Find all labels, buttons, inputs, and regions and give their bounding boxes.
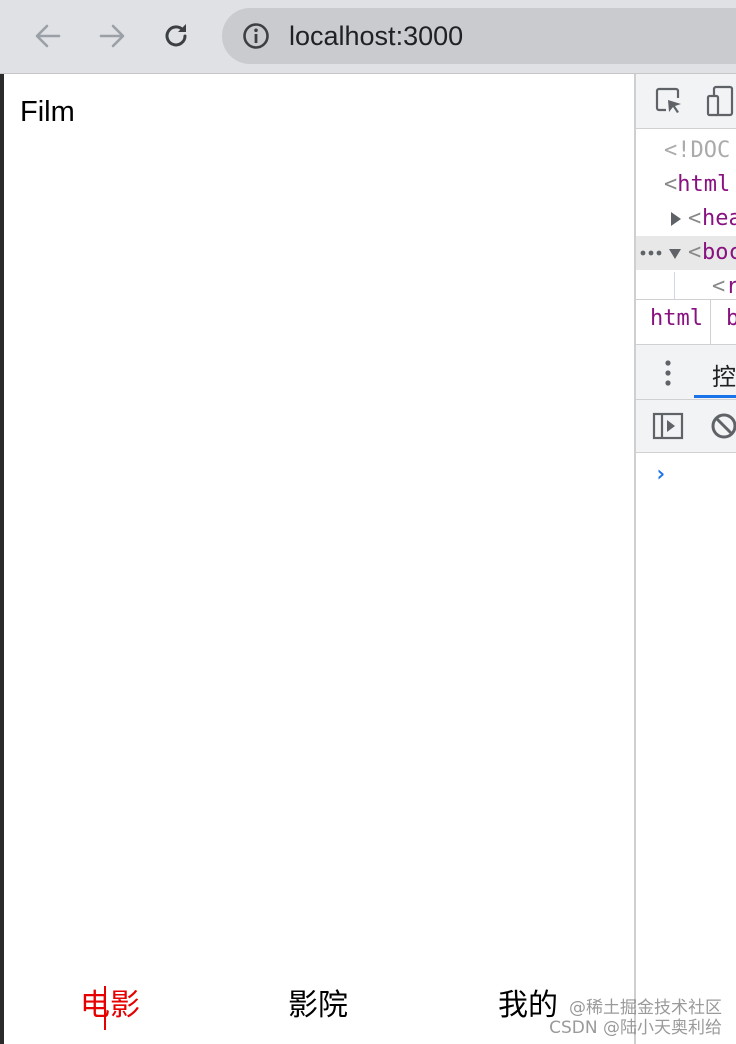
dom-line-html[interactable]: <html [636,168,736,202]
watermark: @稀土掘金技术社区 CSDN @陆小天奥利给 [549,998,722,1038]
device-toolbar-icon[interactable] [706,84,736,118]
dom-line-doctype[interactable]: <!DOC [636,134,736,168]
reload-button[interactable] [154,14,198,58]
dom-breadcrumb: html b [636,299,736,345]
doctype-text: <!DOC [664,138,731,163]
drawer-menu-icon[interactable] [664,359,672,387]
tag-name: hea [702,206,736,231]
breadcrumb-body[interactable]: b [726,306,736,331]
active-tab-indicator [694,395,736,398]
tag-name: boc [702,240,736,265]
expand-triangle-icon[interactable] [670,211,682,227]
devtools-toolbar [636,74,736,129]
info-icon[interactable] [242,22,270,50]
page-title: Film [20,96,75,128]
dom-line-body[interactable]: <boc [636,236,736,270]
reload-icon [165,24,187,47]
console-prompt[interactable]: › [654,462,667,487]
url-text[interactable]: localhost:3000 [289,20,463,52]
inspect-element-icon[interactable] [654,86,684,116]
breadcrumb-divider [710,300,711,344]
indent-guide [674,272,675,302]
more-dots-icon[interactable] [640,250,664,256]
tag-name: html [677,172,731,197]
drawer-tabbar: 控 [636,345,736,400]
tag-open: < [688,206,702,231]
web-page: Film 电影 影院 我的 [4,74,634,1044]
text-cursor [104,986,106,1030]
devtools-panel: <!DOC <html <hea <boc <r html b 控 [634,74,736,1044]
watermark-line2: CSDN @陆小天奥利给 [549,1018,722,1038]
back-button[interactable] [26,14,70,58]
tag-open: < [664,172,678,197]
collapse-triangle-icon[interactable] [668,248,682,260]
forward-arrow-icon [99,24,125,48]
console-toolbar [636,400,736,453]
clear-console-icon[interactable] [710,412,736,440]
tab-console[interactable]: 控 [712,357,736,392]
tab-cinema[interactable]: 影院 [288,986,348,1026]
address-bar[interactable]: localhost:3000 [222,8,736,64]
tag-open: < [688,240,702,265]
bottom-tabbar: 电影 影院 我的 [4,974,634,1044]
dom-line-head[interactable]: <hea [636,202,736,236]
sidebar-toggle-icon[interactable] [652,412,684,440]
back-arrow-icon [35,24,61,48]
watermark-line1: @稀土掘金技术社区 [569,998,722,1018]
breadcrumb-html[interactable]: html [650,306,703,331]
tab-film[interactable]: 电影 [80,986,140,1026]
forward-button[interactable] [90,14,134,58]
browser-toolbar: localhost:3000 [0,0,736,74]
